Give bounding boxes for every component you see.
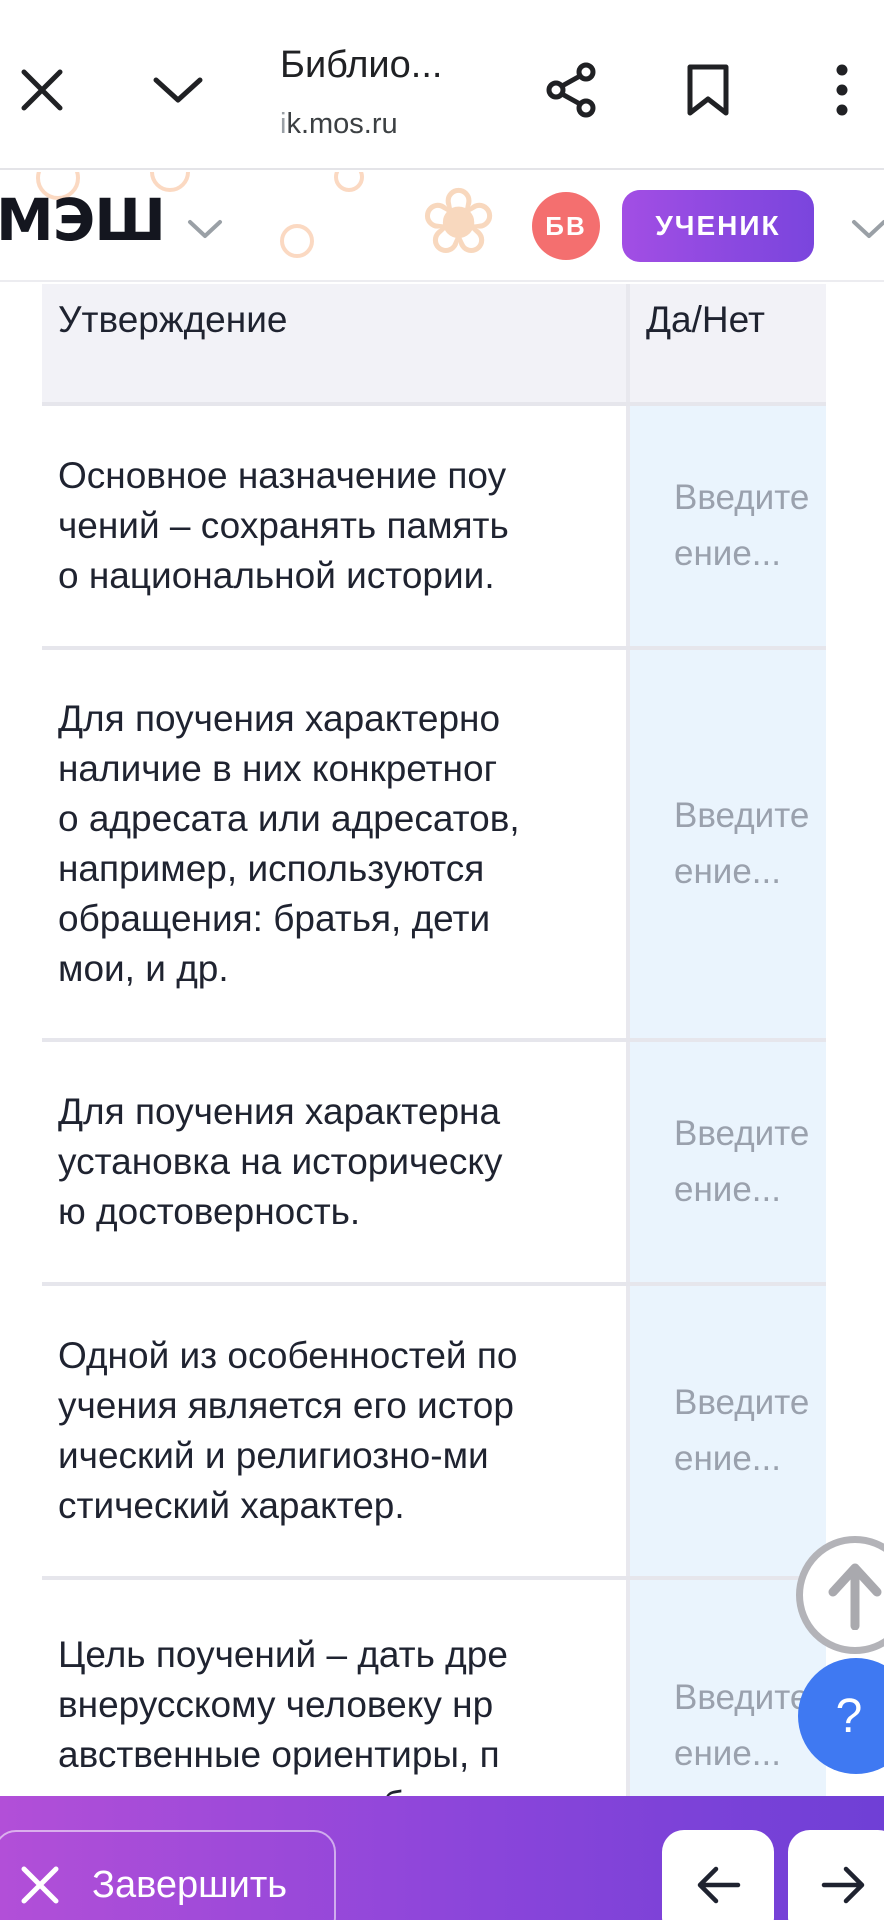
table-header: Утверждение Да/Нет	[42, 284, 826, 406]
close-icon	[21, 1866, 59, 1904]
answer-placeholder: Введите ение...	[674, 1383, 810, 1478]
arrow-left-icon	[697, 1866, 741, 1904]
site-header: ❀ МЭШ БВ УЧЕНИК	[0, 172, 884, 282]
browser-toolbar: Библио... ik.mos.ru	[0, 0, 884, 170]
previous-button[interactable]	[662, 1830, 774, 1920]
next-button[interactable]	[788, 1830, 884, 1920]
bookmark-icon[interactable]	[676, 58, 740, 122]
statement-text: Для поучения характерно наличие в них ко…	[58, 698, 520, 989]
statement-cell: Одной из особенностей по учения является…	[42, 1286, 630, 1576]
arrow-up-icon	[828, 1563, 882, 1630]
statement-text: Для поучения характерна установка на ист…	[58, 1091, 503, 1232]
table-row: Основное назначение поу чений – сохранят…	[42, 406, 826, 650]
decor-circle	[280, 224, 314, 258]
arrow-right-icon	[821, 1866, 865, 1904]
statements-table: Утверждение Да/Нет Основное назначение п…	[42, 284, 826, 1796]
chevron-down-icon[interactable]	[846, 206, 884, 252]
logo[interactable]: МЭШ	[0, 186, 166, 254]
statement-text: Основное назначение поу чений – сохранят…	[58, 455, 509, 596]
column-header-statement: Утверждение	[42, 284, 630, 402]
finish-label: Завершить	[92, 1863, 288, 1906]
answer-input[interactable]: Введите ение...	[630, 406, 826, 646]
answer-input[interactable]: Введите ение...	[630, 1286, 826, 1576]
finish-button[interactable]: Завершить	[0, 1830, 336, 1920]
statement-text: Цель поучений – дать дре внерусскому чел…	[58, 1634, 508, 1796]
statement-cell: Для поучения характерна установка на ист…	[42, 1042, 630, 1282]
avatar[interactable]: БВ	[532, 192, 600, 260]
answer-input[interactable]: Введите ение...	[630, 1580, 826, 1796]
answer-placeholder: Введите ение...	[674, 796, 810, 891]
answer-input[interactable]: Введите ение...	[630, 650, 826, 1038]
table-row: Цель поучений – дать дре внерусскому чел…	[42, 1580, 826, 1796]
content-area: Утверждение Да/Нет Основное назначение п…	[0, 284, 884, 1796]
table-row: Для поучения характерна установка на ист…	[42, 1042, 826, 1286]
statement-text: Одной из особенностей по учения является…	[58, 1335, 518, 1526]
answer-placeholder: Введите ение...	[674, 1114, 810, 1209]
statement-cell: Цель поучений – дать дре внерусскому чел…	[42, 1580, 630, 1796]
chevron-down-icon[interactable]	[148, 60, 208, 120]
table-row: Одной из особенностей по учения является…	[42, 1286, 826, 1580]
page-title: Библио...	[280, 44, 443, 86]
answer-placeholder: Введите ение...	[674, 1678, 810, 1773]
role-button[interactable]: УЧЕНИК	[622, 190, 814, 262]
share-icon[interactable]	[540, 58, 604, 122]
answer-placeholder: Введите ение...	[674, 478, 810, 573]
bottom-action-bar: Завершить	[0, 1796, 884, 1920]
maple-leaf-icon: ❀	[420, 172, 498, 273]
column-header-yes-no: Да/Нет	[646, 299, 765, 340]
statement-cell: Основное назначение поу чений – сохранят…	[42, 406, 630, 646]
decor-circle	[334, 172, 364, 192]
url-domain: k.mos.ru	[286, 108, 398, 140]
page-url: ik.mos.ru	[280, 108, 398, 141]
close-icon[interactable]	[12, 60, 72, 120]
more-vert-icon[interactable]	[812, 58, 872, 122]
chevron-down-icon[interactable]	[182, 206, 228, 252]
statement-cell: Для поучения характерно наличие в них ко…	[42, 650, 630, 1038]
answer-input[interactable]: Введите ение...	[630, 1042, 826, 1282]
table-row: Для поучения характерно наличие в них ко…	[42, 650, 826, 1042]
